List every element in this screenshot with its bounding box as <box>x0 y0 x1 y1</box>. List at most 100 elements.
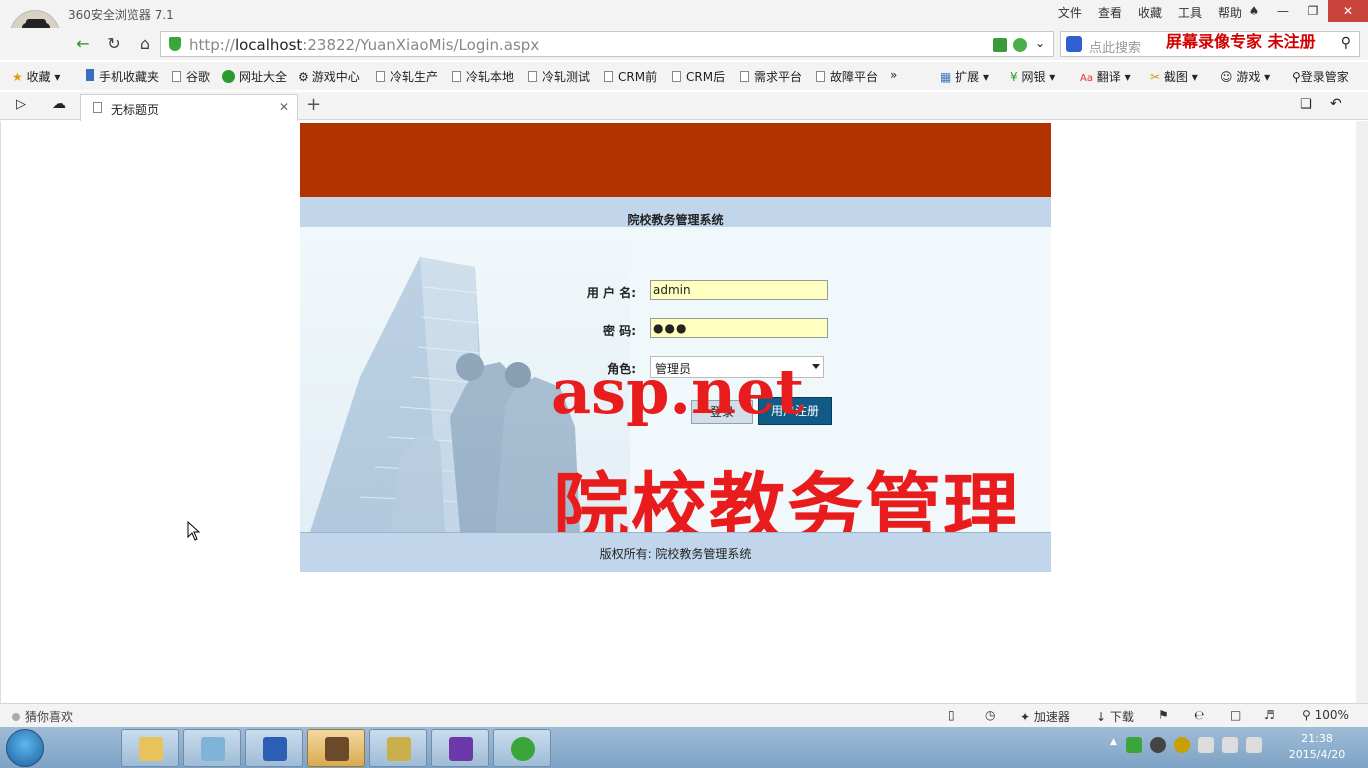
page-icon <box>816 71 825 82</box>
bookmarks-bar: ★ 收藏 ▾ 手机收藏夹 谷歌 网址大全 ⚙ 游戏中心 冷轧生产 冷轧本地 冷轧测… <box>0 62 1368 90</box>
tray-usb-icon[interactable] <box>1198 737 1214 753</box>
page-footer: 版权所有: 院校教务管理系统 <box>300 532 1051 572</box>
ext-login-manager[interactable]: ⚲登录管家 <box>1292 68 1349 85</box>
visual-studio-icon <box>449 737 473 761</box>
vertical-scrollbar[interactable] <box>1356 121 1368 703</box>
taskbar-notepad[interactable] <box>183 729 241 767</box>
clock-date: 2015/4/20 <box>1288 748 1346 761</box>
bookmark-1[interactable]: 冷轧生产 <box>376 68 438 85</box>
taskbar-word[interactable] <box>245 729 303 767</box>
copyright-text: 版权所有: 院校教务管理系统 <box>599 547 752 561</box>
ie-icon[interactable]: ℮ <box>1194 708 1204 722</box>
login-page: 院校教务管理系统 用 户 名: admin 密 码: ●●● 角色: 管理员 登… <box>300 123 1051 572</box>
ext-extensions[interactable]: ▦ 扩展 ▾ <box>940 68 989 85</box>
bookmark-crm-back[interactable]: CRM后 <box>672 68 725 85</box>
bookmark-hao123[interactable]: 网址大全 <box>222 68 287 85</box>
menu-view[interactable]: 查看 <box>1098 4 1122 21</box>
username-label: 用 户 名: <box>586 286 636 300</box>
baidu-paw-icon[interactable] <box>1066 36 1082 52</box>
page-viewport: 院校教务管理系统 用 户 名: admin 密 码: ●●● 角色: 管理员 登… <box>0 121 1356 703</box>
bookmark-games[interactable]: ⚙ 游戏中心 <box>298 68 360 85</box>
bookmark-requirements[interactable]: 需求平台 <box>740 68 802 85</box>
notepad-icon <box>201 737 225 761</box>
speed-icon[interactable]: ◷ <box>985 708 995 722</box>
minimize-button[interactable]: — <box>1268 0 1298 22</box>
word-icon <box>263 737 287 761</box>
ext-bank[interactable]: ¥ 网银 ▾ <box>1010 68 1055 85</box>
sidebar-toggle-icon[interactable]: ▷ <box>16 97 26 112</box>
home-icon[interactable]: ⌂ <box>132 32 158 56</box>
accelerator-button[interactable]: ✦ 加速器 <box>1020 708 1070 725</box>
ext-screenshot[interactable]: ✂ 截图 ▾ <box>1150 68 1198 85</box>
taskbar-360browser[interactable] <box>493 729 551 767</box>
taskbar-recorder[interactable] <box>307 729 365 767</box>
chevron-down-icon[interactable]: ⌄ <box>1035 36 1049 50</box>
browser-navbar: ← ↻ ⌂ http://localhost:23822/YuanXiaoMis… <box>0 28 1368 60</box>
maximize-button[interactable]: ❐ <box>1298 0 1328 22</box>
taskbar-explorer[interactable] <box>121 729 179 767</box>
taskbar-sqlserver[interactable] <box>369 729 427 767</box>
qrcode-icon[interactable] <box>993 38 1007 52</box>
volume-icon[interactable]: ♬ <box>1264 708 1275 722</box>
tab-active[interactable]: 无标题页 ✕ <box>80 94 298 121</box>
back-arrow-icon[interactable]: ← <box>70 32 96 56</box>
bookmark-favorites[interactable]: ★ 收藏 ▾ <box>12 68 60 85</box>
search-icon[interactable]: ⚲ <box>1341 35 1351 51</box>
menu-help[interactable]: 帮助 <box>1218 4 1242 21</box>
menu-file[interactable]: 文件 <box>1058 4 1082 21</box>
tray-network-icon[interactable] <box>1222 737 1238 753</box>
more-bookmarks-icon[interactable]: » <box>890 68 897 82</box>
bookmark-google[interactable]: 谷歌 <box>172 68 210 85</box>
tray-360-icon[interactable] <box>1126 737 1142 753</box>
download-button[interactable]: ↓ 下载 <box>1096 708 1134 725</box>
menu-favorites[interactable]: 收藏 <box>1138 4 1162 21</box>
bookmark-faults[interactable]: 故障平台 <box>816 68 878 85</box>
close-button[interactable]: ✕ <box>1328 0 1368 22</box>
gamepad-icon: ⚙ <box>298 70 309 84</box>
address-bar[interactable]: http://localhost:23822/YuanXiaoMis/Login… <box>160 31 1054 57</box>
tab-list-icon[interactable]: ❏ <box>1300 97 1312 112</box>
header-banner <box>300 123 1051 197</box>
zoom-control[interactable]: ⚲ 100% <box>1302 708 1349 722</box>
translate-icon: Aa <box>1080 73 1093 84</box>
tray-qq-icon[interactable] <box>1150 737 1166 753</box>
taskbar-clock[interactable]: 21:38 2015/4/20 <box>1282 731 1352 763</box>
chevron-down-icon <box>812 364 820 369</box>
window-controls: ♠ — ❐ ✕ <box>1240 0 1368 22</box>
database-icon <box>387 737 411 761</box>
bookmark-mobile[interactable]: 手机收藏夹 <box>86 68 159 85</box>
tab-close-icon[interactable]: ✕ <box>279 100 289 114</box>
refresh-icon[interactable]: ↻ <box>101 32 127 56</box>
tray-shield-icon[interactable] <box>1174 737 1190 753</box>
ext-translate[interactable]: Aa 翻译 ▾ <box>1080 68 1131 85</box>
menu-tools[interactable]: 工具 <box>1178 4 1202 21</box>
page-icon <box>452 71 461 82</box>
skin-icon[interactable]: ♠ <box>1240 0 1268 22</box>
password-input[interactable]: ●●● <box>650 318 828 338</box>
system-tray: ▲ <box>1110 737 1262 753</box>
flag-icon[interactable]: ⚑ <box>1158 708 1169 722</box>
ie-mode-icon[interactable] <box>1013 38 1027 52</box>
browser-icon <box>511 737 535 761</box>
window-icon[interactable]: □ <box>1230 708 1241 722</box>
address-url[interactable]: http://localhost:23822/YuanXiaoMis/Login… <box>189 36 539 54</box>
mobile-icon[interactable]: ▯ <box>948 708 955 722</box>
bookmark-2[interactable]: 冷轧本地 <box>452 68 514 85</box>
start-button[interactable] <box>6 729 44 767</box>
tray-expand-icon[interactable]: ▲ <box>1110 737 1118 753</box>
new-tab-button[interactable]: + <box>306 94 321 115</box>
tray-volume-icon[interactable] <box>1246 737 1262 753</box>
cloud-icon[interactable]: ☁ <box>52 96 66 112</box>
security-shield-icon <box>169 37 181 51</box>
app-title: 360安全浏览器 7.1 <box>68 8 174 22</box>
bookmark-crm-front[interactable]: CRM前 <box>604 68 657 85</box>
bookmark-3[interactable]: 冷轧测试 <box>528 68 590 85</box>
ext-games[interactable]: ☺ 游戏 ▾ <box>1220 68 1270 85</box>
page-icon <box>528 71 537 82</box>
guess-you-like[interactable]: 猜你喜欢 <box>12 708 73 725</box>
search-placeholder: 点此搜索 <box>1089 41 1142 56</box>
browser-menu: 文件 查看 收藏 工具 帮助 <box>1058 4 1242 21</box>
taskbar-visualstudio[interactable] <box>431 729 489 767</box>
username-input[interactable]: admin <box>650 280 828 300</box>
undo-close-icon[interactable]: ↶ <box>1330 96 1342 112</box>
